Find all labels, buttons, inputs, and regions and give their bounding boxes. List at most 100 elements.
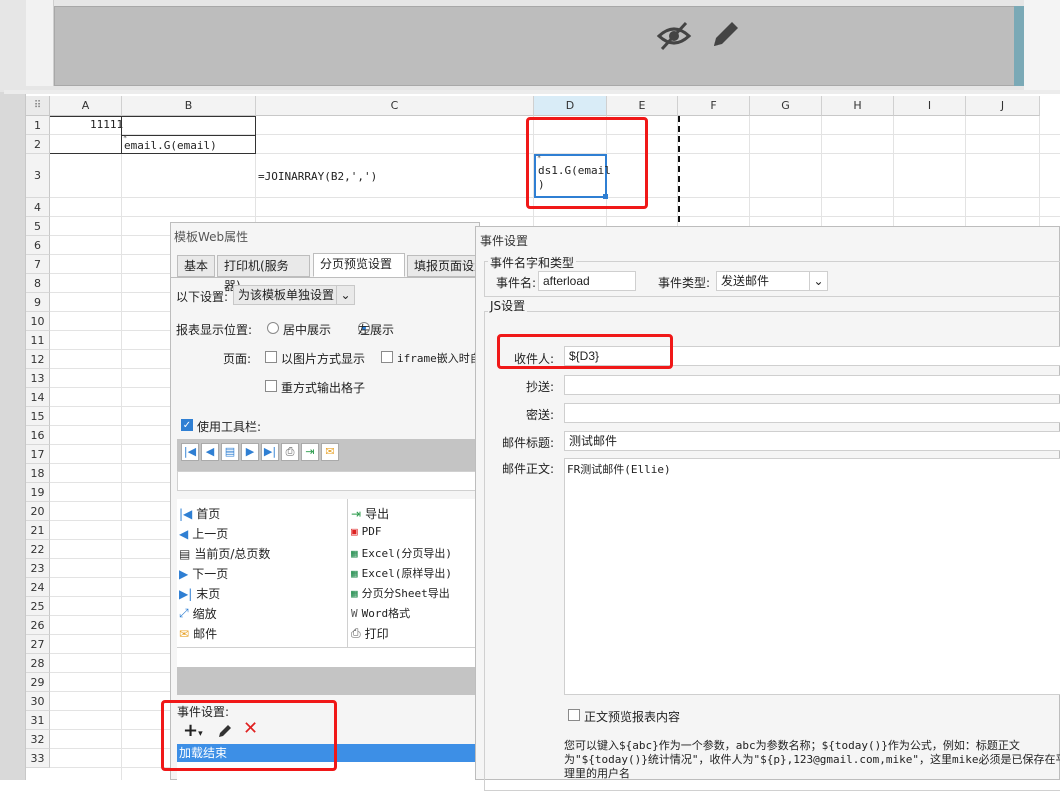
list-item-label: Excel(分页导出): [361, 547, 452, 560]
list-item-pdf[interactable]: ▣ PDF: [351, 525, 382, 538]
mail-icon: ✉: [179, 626, 190, 641]
export-icon: ⇥: [351, 506, 362, 521]
list-item-word[interactable]: W Word格式: [351, 605, 410, 621]
row-header[interactable]: 14: [26, 388, 50, 407]
setting-label: 以下设置:: [176, 290, 229, 304]
row-header[interactable]: 25: [26, 597, 50, 616]
print-icon[interactable]: ⎙: [281, 443, 299, 461]
row-header[interactable]: 24: [26, 578, 50, 597]
list-item-sheet-export[interactable]: ▦ 分页分Sheet导出: [351, 585, 450, 601]
row-header[interactable]: 30: [26, 692, 50, 711]
column-header[interactable]: F: [678, 96, 750, 116]
row-header[interactable]: 33: [26, 749, 50, 768]
row-header[interactable]: 26: [26, 616, 50, 635]
page-break-line: [678, 116, 680, 222]
list-item-last[interactable]: ▶| 末页: [179, 585, 220, 602]
row-header[interactable]: 32: [26, 730, 50, 749]
cc-input[interactable]: [564, 375, 1060, 395]
column-header[interactable]: E: [607, 96, 678, 116]
row-header[interactable]: 23: [26, 559, 50, 578]
row-header[interactable]: 27: [26, 635, 50, 654]
cell-b2[interactable]: email.G(email): [124, 139, 217, 152]
prev-page-icon[interactable]: ◀: [201, 443, 219, 461]
pencil-icon[interactable]: [708, 18, 742, 52]
column-header[interactable]: G: [750, 96, 822, 116]
column-header[interactable]: H: [822, 96, 894, 116]
column-header[interactable]: D: [534, 96, 607, 116]
row-header[interactable]: 7: [26, 255, 50, 274]
row-header[interactable]: 9: [26, 293, 50, 312]
checkbox-image[interactable]: [265, 351, 277, 363]
row-header[interactable]: 17: [26, 445, 50, 464]
list-item-zoom[interactable]: ⤢ 缩放: [179, 605, 217, 622]
row-header[interactable]: 10: [26, 312, 50, 331]
export-icon[interactable]: ⇥: [301, 443, 319, 461]
list-item-export[interactable]: ⇥ 导出: [351, 505, 389, 522]
checkbox-preview[interactable]: [568, 709, 580, 721]
list-item-excel-raw[interactable]: ▦ Excel(原样导出): [351, 565, 452, 581]
radio-center[interactable]: [267, 322, 279, 334]
checkbox-reprint[interactable]: [265, 380, 277, 392]
setting-select[interactable]: 为该模板单独设置 ⌄: [233, 285, 355, 305]
row-header[interactable]: 4: [26, 198, 50, 217]
list-bottom-spacer: [177, 647, 479, 667]
tab-printer[interactable]: 打印机(服务器): [217, 255, 310, 293]
next-page-icon[interactable]: ▶: [241, 443, 259, 461]
splitter[interactable]: [4, 90, 1060, 94]
event-name-input[interactable]: afterload: [538, 271, 636, 291]
list-item-first[interactable]: |◀ 首页: [179, 505, 220, 522]
tab-page-preview[interactable]: 分页预览设置: [313, 253, 405, 277]
subject-input[interactable]: 测试邮件: [564, 431, 1060, 451]
event-type-select[interactable]: 发送邮件 ⌄: [716, 271, 828, 291]
row-header[interactable]: 29: [26, 673, 50, 692]
row-header[interactable]: 28: [26, 654, 50, 673]
list-item-excel-page[interactable]: ▦ Excel(分页导出): [351, 545, 452, 561]
column-header[interactable]: J: [966, 96, 1040, 116]
row-header[interactable]: 15: [26, 407, 50, 426]
checkbox-iframe[interactable]: [381, 351, 393, 363]
column-header[interactable]: C: [256, 96, 534, 116]
list-item-prev[interactable]: ◀ 上一页: [179, 525, 228, 542]
tab-basic[interactable]: 基本: [177, 255, 215, 277]
cell-c3[interactable]: =JOINARRAY(B2,','): [258, 170, 377, 183]
page-count-icon[interactable]: ▤: [221, 443, 239, 461]
row-header[interactable]: 3: [26, 154, 50, 198]
first-page-icon[interactable]: |◀: [181, 443, 199, 461]
body-value: FR测试邮件(Ellie): [567, 463, 671, 476]
bcc-input[interactable]: [564, 403, 1060, 423]
body-textarea[interactable]: FR测试邮件(Ellie): [564, 458, 1060, 695]
row-header[interactable]: 21: [26, 521, 50, 540]
list-item-mail[interactable]: ✉ 邮件: [179, 625, 217, 642]
row-header[interactable]: 20: [26, 502, 50, 521]
grid-col-line: [121, 116, 122, 780]
row-header[interactable]: 2: [26, 135, 50, 154]
mail-icon[interactable]: ✉: [321, 443, 339, 461]
column-header[interactable]: I: [894, 96, 966, 116]
row-header[interactable]: 6: [26, 236, 50, 255]
row-header[interactable]: 18: [26, 464, 50, 483]
row-header[interactable]: 11: [26, 331, 50, 350]
list-item-next[interactable]: ▶ 下一页: [179, 565, 228, 582]
row-header[interactable]: 19: [26, 483, 50, 502]
column-header[interactable]: A: [50, 96, 122, 116]
list-item-pagecount[interactable]: ▤ 当前页/总页数: [179, 545, 270, 562]
row-header[interactable]: 5: [26, 217, 50, 236]
column-header[interactable]: B: [122, 96, 256, 116]
row-header[interactable]: 16: [26, 426, 50, 445]
row-header[interactable]: 1: [26, 116, 50, 135]
tab-fill-page[interactable]: 填报页面设置: [407, 255, 481, 277]
header-scroll-handle[interactable]: [1014, 6, 1024, 86]
row-header[interactable]: 13: [26, 369, 50, 388]
highlight-d3-box: [526, 117, 648, 209]
excel-icon: ▦: [351, 586, 358, 600]
row-header[interactable]: 22: [26, 540, 50, 559]
next-page-icon: ▶: [179, 566, 189, 581]
row-header[interactable]: 31: [26, 711, 50, 730]
list-item-print[interactable]: ⎙ 打印: [351, 625, 389, 642]
row-header[interactable]: 12: [26, 350, 50, 369]
hidden-eye-icon[interactable]: [656, 20, 692, 52]
checkbox-toolbar[interactable]: ✓: [181, 419, 193, 431]
last-page-icon[interactable]: ▶|: [261, 443, 279, 461]
select-all-corner[interactable]: ⠿: [26, 96, 50, 116]
row-header[interactable]: 8: [26, 274, 50, 293]
